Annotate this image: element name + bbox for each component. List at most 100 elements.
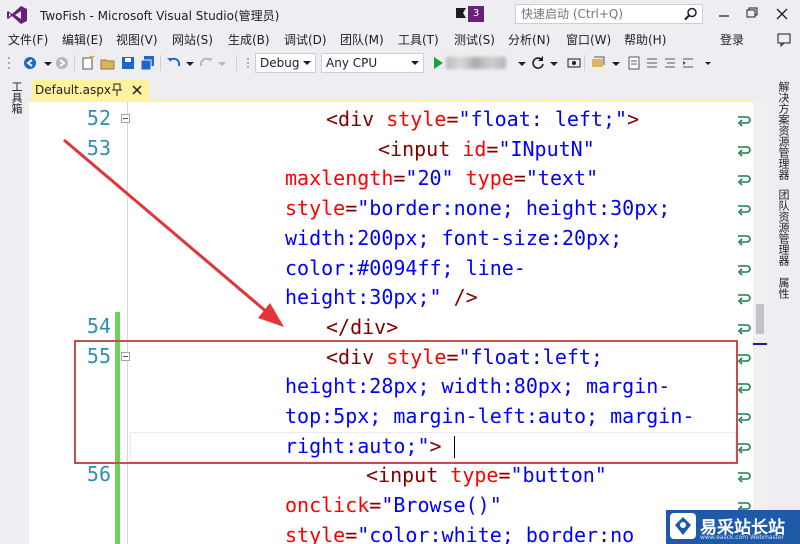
navigate-forward-icon[interactable]: [54, 55, 70, 71]
code-line[interactable]: <div style="float: left;">: [326, 104, 639, 134]
code-line[interactable]: style="color:white; border:no: [285, 520, 634, 544]
code-line[interactable]: style="border:none; height:30px;: [285, 193, 670, 223]
title-bar: TwoFish - Microsoft Visual Studio(管理员) 3: [0, 0, 800, 29]
menu-debug[interactable]: 调试(D): [284, 31, 327, 48]
tab-title: Default.aspx: [35, 83, 111, 97]
minimize-icon[interactable]: [712, 4, 736, 24]
word-wrap-glyph-icon: [737, 472, 751, 483]
close-icon[interactable]: [770, 4, 794, 24]
word-wrap-glyph-icon: [737, 205, 751, 216]
code-editor[interactable]: 52 <div style="float: left;"> 53 <input id=…: [29, 102, 753, 544]
code-token: =: [513, 166, 526, 191]
menu-file[interactable]: 文件(F): [8, 31, 48, 48]
feedback-icon[interactable]: [776, 31, 792, 47]
refresh-icon[interactable]: [530, 55, 546, 71]
tab-team-explorer[interactable]: 团队资源管理器: [775, 189, 791, 266]
menu-test[interactable]: 测试(S): [454, 31, 495, 48]
notification-count-badge[interactable]: 3: [468, 6, 484, 22]
code-token: id: [462, 136, 487, 161]
save-icon[interactable]: [120, 55, 136, 71]
code-line[interactable]: color:#0094ff; line-: [285, 253, 526, 283]
right-tool-window-strip: 解决方案资源管理器 团队资源管理器 属性: [767, 77, 800, 544]
toolbox-tab[interactable]: 工具箱: [6, 81, 24, 121]
uncomment-icon[interactable]: [662, 55, 678, 71]
tab-solution-explorer[interactable]: 解决方案资源管理器: [775, 81, 791, 180]
annotation-highlight-box: [74, 340, 738, 464]
redo-icon[interactable]: [198, 55, 214, 71]
quick-launch-box[interactable]: [515, 4, 703, 24]
word-wrap-glyph-icon: [737, 383, 751, 394]
word-wrap-glyph-icon: [737, 442, 751, 454]
code-line[interactable]: </div>: [326, 312, 398, 342]
code-token: =: [446, 107, 459, 131]
dropdown-arrow-icon[interactable]: [214, 55, 230, 71]
code-token: >: [627, 107, 640, 131]
collapse-toggle-icon[interactable]: [121, 114, 130, 123]
sign-in-link[interactable]: 登录: [720, 31, 744, 48]
code-token: width:200px; font-size:20px;: [285, 225, 623, 250]
code-line[interactable]: width:200px; font-size:20px;: [285, 223, 622, 253]
dropdown-arrow-icon[interactable]: [182, 55, 198, 71]
pin-icon[interactable]: [112, 83, 122, 97]
solution-platform-select[interactable]: Any CPU: [321, 53, 424, 73]
notification-flag-icon[interactable]: [454, 6, 468, 22]
toolbar-separator: [74, 55, 75, 71]
restore-icon[interactable]: [740, 4, 764, 24]
menu-team[interactable]: 团队(M): [340, 31, 384, 48]
start-debugging-button[interactable]: [432, 55, 512, 71]
code-line[interactable]: height:30px;" />: [285, 282, 478, 312]
play-icon: [434, 57, 443, 69]
menu-edit[interactable]: 编辑(E): [62, 31, 103, 48]
code-token: </div>: [326, 314, 399, 339]
code-line[interactable]: onclick="Browse()": [285, 490, 502, 520]
visual-studio-logo-icon: [7, 6, 27, 24]
menu-website[interactable]: 网站(S): [172, 31, 213, 48]
search-icon[interactable]: [684, 7, 698, 21]
code-line[interactable]: <input id="INputN": [378, 134, 595, 164]
navigate-back-icon[interactable]: [22, 55, 38, 71]
tab-properties[interactable]: 属性: [775, 277, 791, 299]
menu-analyze[interactable]: 分析(N): [508, 31, 550, 48]
menu-view[interactable]: 视图(V): [116, 31, 158, 48]
dropdown-arrow-icon[interactable]: [608, 55, 624, 71]
dropdown-arrow-icon[interactable]: [546, 55, 562, 71]
new-project-icon[interactable]: [80, 55, 96, 71]
toolbar-grip-icon[interactable]: [6, 55, 22, 71]
code-token: type: [465, 166, 514, 191]
quick-launch-input[interactable]: [516, 5, 676, 23]
word-wrap-glyph-icon: [737, 234, 751, 246]
code-token: onclick: [285, 493, 370, 518]
save-all-icon[interactable]: [140, 55, 156, 71]
code-token: style: [285, 196, 346, 221]
dropdown-arrow-icon[interactable]: [514, 55, 530, 71]
word-wrap-glyph-icon: [737, 353, 751, 365]
undo-icon[interactable]: [166, 55, 182, 71]
line-number: 54: [86, 313, 111, 338]
browser-link-icon[interactable]: [566, 55, 582, 71]
code-token: =: [486, 136, 499, 161]
indent-icon[interactable]: [680, 55, 696, 71]
vertical-scrollbar[interactable]: [753, 102, 767, 544]
code-token: =: [345, 522, 358, 544]
menu-window[interactable]: 窗口(W): [566, 31, 611, 48]
scrollbar-thumb[interactable]: [756, 304, 764, 334]
code-token: =: [369, 493, 382, 518]
open-file-icon[interactable]: [100, 55, 116, 71]
code-line[interactable]: <input type="button": [366, 460, 607, 490]
menu-build[interactable]: 生成(B): [228, 31, 270, 48]
comment-out-icon[interactable]: [644, 55, 660, 71]
menu-tools[interactable]: 工具(T): [398, 31, 439, 48]
solution-configuration-select[interactable]: Debug: [255, 53, 316, 73]
code-line[interactable]: maxlength="20" type="text": [285, 163, 598, 193]
menu-help[interactable]: 帮助(H): [624, 31, 666, 48]
code-token: <div: [326, 107, 387, 131]
code-token: "20": [405, 166, 466, 191]
document-icon[interactable]: [626, 55, 642, 71]
toolbar-options-icon[interactable]: [700, 55, 716, 71]
tab-default-aspx[interactable]: Default.aspx: [32, 80, 149, 100]
code-token: "border:none; height:30px;: [357, 196, 671, 221]
code-token: height:30px;": [285, 285, 454, 310]
close-icon[interactable]: [132, 85, 142, 95]
bookmark-icon[interactable]: [590, 55, 606, 71]
watermark-subtext: www.easck.com Webmaster: [700, 534, 785, 541]
